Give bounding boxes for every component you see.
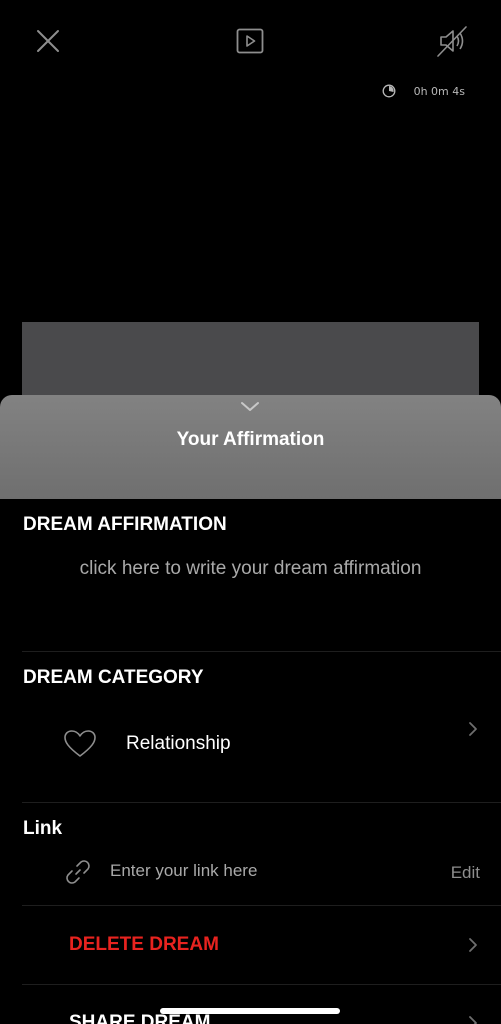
category-row[interactable]: Relationship — [0, 720, 501, 770]
divider — [22, 905, 501, 906]
category-section-title: DREAM CATEGORY — [23, 667, 204, 688]
affirmation-section-title: DREAM AFFIRMATION — [23, 514, 227, 535]
chevron-right-icon — [469, 938, 477, 952]
chevron-right-icon — [469, 722, 477, 736]
play-button[interactable] — [230, 21, 270, 61]
timer-label: 0h 0m 4s — [413, 84, 465, 98]
delete-dream-button[interactable]: DELETE DREAM — [0, 925, 501, 965]
link-input[interactable]: Enter your link here — [110, 861, 257, 881]
affirmation-input[interactable]: click here to write your dream affirmati… — [0, 558, 501, 580]
sheet-header[interactable]: Your Affirmation — [0, 395, 501, 499]
chevron-down-icon[interactable] — [238, 397, 262, 415]
heart-icon — [64, 730, 96, 757]
play-icon — [236, 28, 264, 54]
sheet-title: Your Affirmation — [176, 429, 325, 450]
divider — [22, 802, 501, 803]
chevron-right-icon — [469, 1016, 477, 1024]
mute-button[interactable] — [432, 21, 472, 61]
home-indicator — [160, 1008, 340, 1014]
close-icon — [37, 30, 59, 52]
link-section-title: Link — [23, 818, 63, 839]
divider — [22, 984, 501, 985]
edit-link-button[interactable]: Edit — [451, 863, 480, 883]
timer-icon — [382, 84, 396, 98]
link-row[interactable]: Enter your link here Edit — [0, 854, 501, 890]
divider — [22, 651, 501, 652]
link-icon — [66, 860, 90, 884]
timer-display: 0h 0m 4s — [382, 84, 465, 98]
close-button[interactable] — [28, 21, 68, 61]
speaker-muted-icon — [437, 26, 467, 57]
category-value: Relationship — [126, 733, 231, 754]
delete-dream-label: DELETE DREAM — [69, 934, 219, 955]
